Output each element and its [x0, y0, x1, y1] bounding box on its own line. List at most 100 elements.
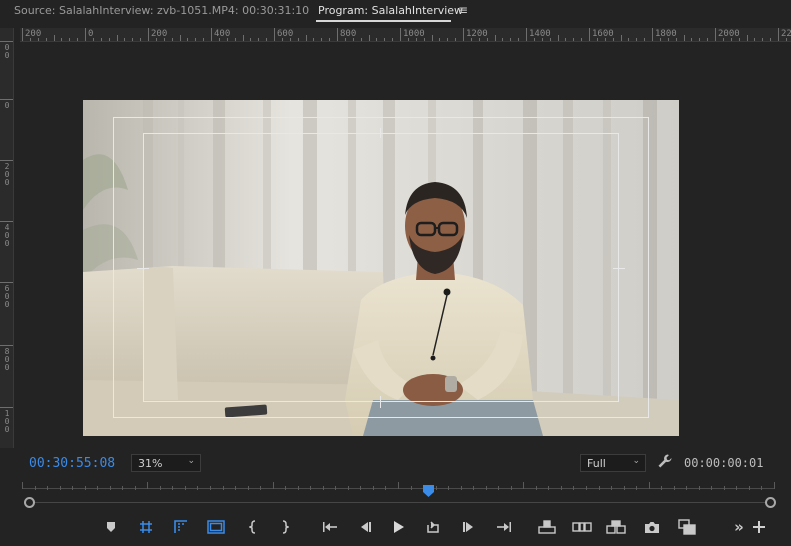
ruler-tick [565, 38, 567, 41]
ruler-tick [407, 38, 409, 41]
ruler-tick [37, 38, 39, 41]
video-still-image [83, 100, 679, 436]
export-frame-icon [644, 521, 660, 534]
ruler-tick [305, 35, 307, 41]
ruler-tick [691, 38, 693, 41]
lift-icon [538, 520, 556, 534]
zoom-scroll-bar[interactable] [30, 502, 770, 503]
time-ruler-tick [598, 486, 600, 490]
ruler-tick [707, 38, 709, 41]
horizontal-ruler: 200 0 200 400 600 800 1000 1200 1400 1600 1800 2000… [20, 28, 791, 42]
comparison-view-button[interactable] [606, 517, 626, 537]
go-to-in-icon [322, 521, 338, 533]
time-ruler-tick [372, 486, 374, 490]
ruler-tick [675, 38, 677, 41]
time-ruler-tick [335, 486, 337, 490]
program-video-frame[interactable] [83, 100, 679, 436]
hamburger-menu-icon[interactable]: ≡ [458, 3, 468, 17]
tab-source-monitor[interactable]: Source: SalalahInterview: zvb-1051.MP4: … [14, 4, 309, 17]
ruler-tick [699, 38, 701, 41]
ruler-tick [77, 38, 79, 41]
ruler-tick [557, 35, 559, 41]
ruler-tick [746, 35, 748, 41]
time-ruler[interactable] [22, 478, 775, 492]
zoom-scroll-handle-left[interactable] [24, 497, 35, 508]
playback-resolution-select[interactable]: Full ⌄ [580, 454, 646, 472]
loop-button[interactable] [423, 517, 443, 537]
multi-camera-button[interactable] [677, 517, 697, 537]
export-frame-button[interactable] [642, 517, 662, 537]
step-forward-button[interactable] [459, 517, 479, 537]
ruler-tick [392, 38, 394, 41]
add-button-icon [753, 521, 765, 533]
vertical-ruler: 00 0 200 400 600 800 100 [0, 28, 14, 448]
ruler-tick [0, 282, 13, 283]
ruler-tick [376, 38, 378, 41]
playhead-marker[interactable] [423, 482, 434, 497]
loop-icon [425, 520, 441, 534]
time-ruler-tick [34, 486, 36, 490]
mark-in-out-button[interactable] [171, 517, 191, 537]
time-ruler-tick [661, 486, 663, 490]
play-icon [393, 520, 405, 534]
time-ruler-tick [623, 486, 625, 490]
ruler-tick [0, 221, 13, 222]
mark-out-button[interactable] [275, 517, 295, 537]
ruler-tick [620, 35, 622, 41]
ruler-tick [274, 28, 275, 41]
go-to-out-icon [496, 521, 512, 533]
time-ruler-tick [748, 486, 750, 490]
go-to-out-button[interactable] [494, 517, 514, 537]
step-back-button[interactable] [355, 517, 375, 537]
ruler-tick [344, 38, 346, 41]
time-ruler-tick [448, 486, 450, 490]
time-ruler-tick [698, 486, 700, 490]
mark-in-button[interactable] [243, 517, 263, 537]
time-ruler-tick [460, 486, 462, 490]
ruler-tick [266, 38, 268, 41]
time-ruler-tick [435, 486, 437, 490]
time-ruler-tick [159, 486, 161, 490]
ruler-label: 00 [4, 43, 10, 60]
ruler-tick [526, 28, 527, 41]
more-controls-button[interactable]: » [729, 517, 749, 537]
time-ruler-tick [673, 486, 675, 490]
ruler-tick [100, 38, 102, 41]
ruler-tick [218, 38, 220, 41]
time-ruler-tick [97, 486, 99, 490]
ruler-tick [22, 28, 23, 41]
ruler-tick [486, 38, 488, 41]
safe-margins-button[interactable] [136, 517, 156, 537]
time-ruler-tick [285, 486, 287, 490]
ruler-label: 600 [277, 29, 294, 39]
playhead-timecode[interactable]: 00:30:55:08 [29, 456, 115, 471]
button-editor-add[interactable] [749, 517, 769, 537]
extract-button[interactable] [572, 517, 592, 537]
add-marker-button[interactable] [101, 517, 121, 537]
time-ruler-tick [109, 486, 111, 490]
ruler-tick [297, 38, 299, 41]
time-ruler-tick [47, 486, 49, 490]
ruler-tick [313, 38, 315, 41]
ruler-tick [644, 38, 646, 41]
lift-button[interactable] [537, 517, 557, 537]
time-ruler-tick [410, 486, 412, 490]
time-ruler-tick [686, 486, 688, 490]
ruler-tick [0, 41, 13, 42]
time-ruler-tick [573, 486, 575, 490]
zoom-scroll-handle-right[interactable] [765, 497, 776, 508]
ruler-tick [179, 35, 181, 41]
toggle-frame-button[interactable] [206, 517, 226, 537]
time-ruler-tick [84, 486, 86, 490]
ruler-tick [29, 38, 31, 41]
ruler-tick [604, 38, 606, 41]
wrench-icon[interactable] [657, 453, 673, 473]
time-ruler-tick [247, 486, 249, 490]
play-button[interactable] [389, 517, 409, 537]
zoom-level-select[interactable]: 31% ⌄ [131, 454, 201, 472]
tab-program-monitor[interactable]: Program: SalalahInterview [318, 4, 463, 17]
ruler-tick [250, 38, 252, 41]
ruler-tick [494, 35, 496, 41]
go-to-in-button[interactable] [320, 517, 340, 537]
time-ruler-tick [222, 486, 224, 490]
